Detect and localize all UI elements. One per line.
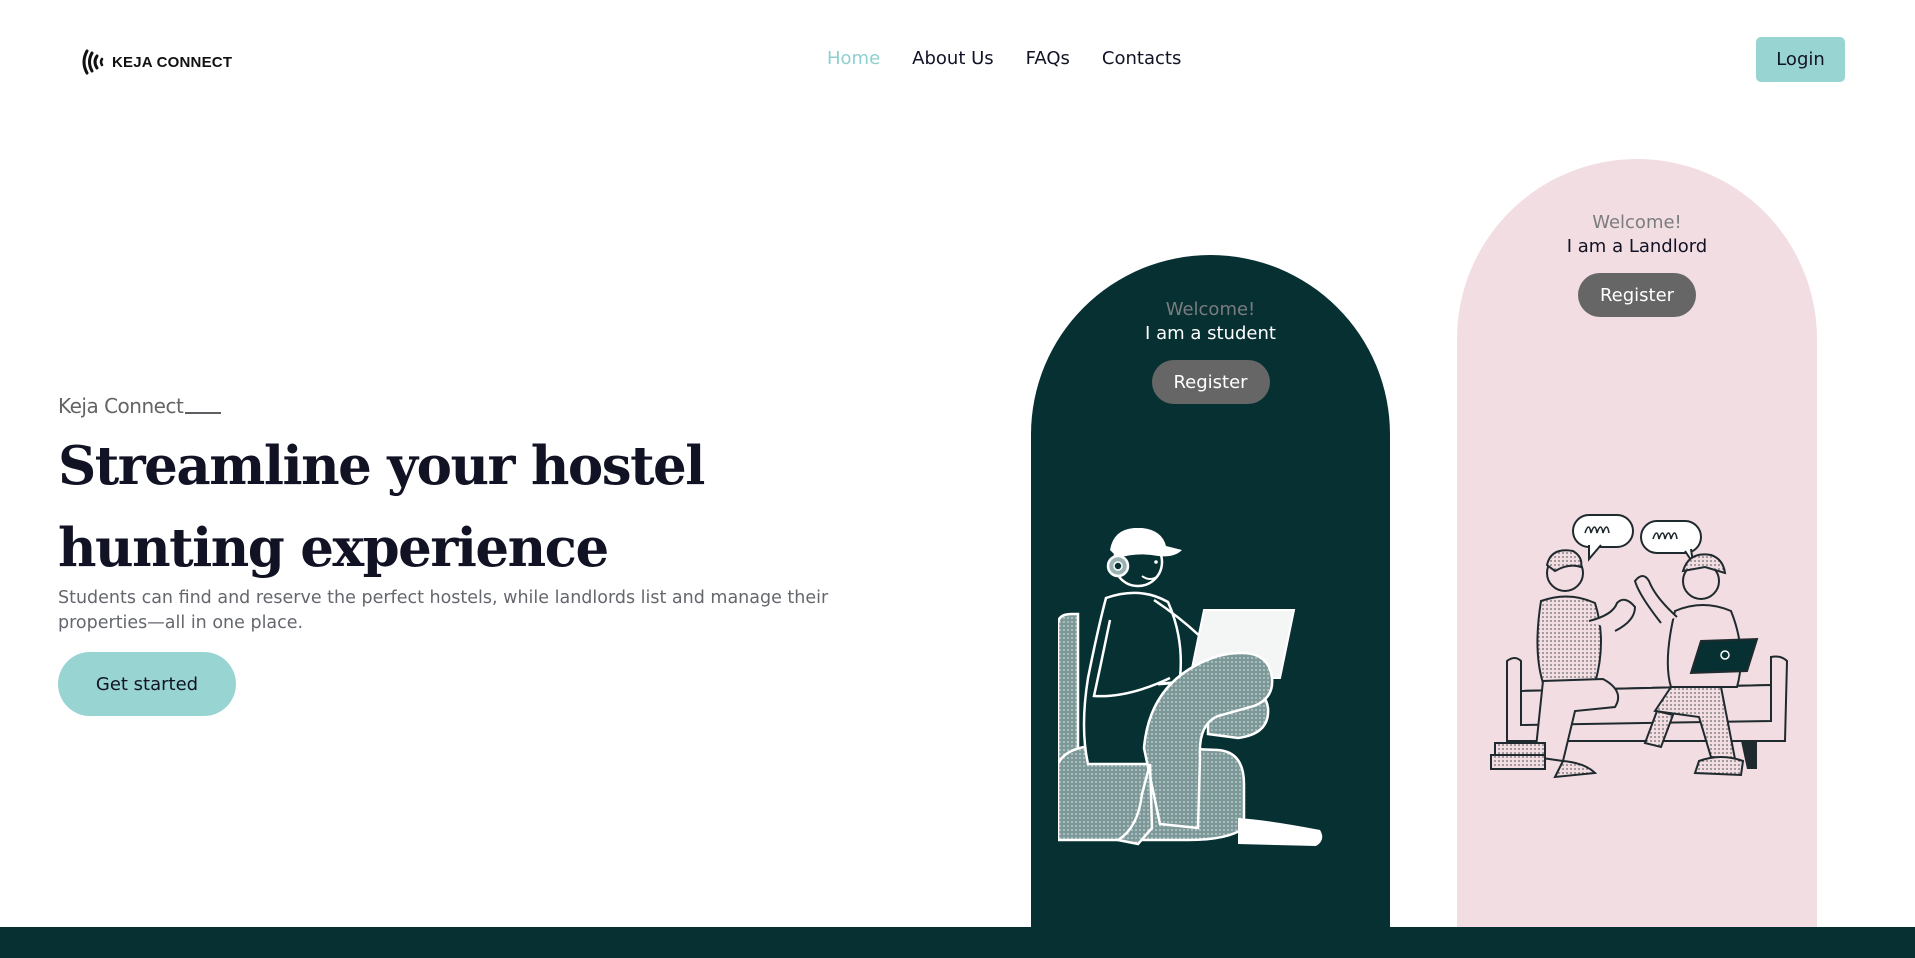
nav-faqs[interactable]: FAQs [1026,48,1070,69]
landlord-welcome-text: Welcome! [1592,212,1682,233]
brand-name: KEJA CONNECT [112,53,233,71]
nav-about-us[interactable]: About Us [912,48,994,69]
hero-title: Streamline your hostel hunting experienc… [58,435,705,579]
get-started-button[interactable]: Get started [58,652,236,716]
student-card: Welcome! I am a student Register [1031,255,1390,958]
nav-home[interactable]: Home [827,48,880,69]
student-welcome-text: Welcome! [1165,299,1256,320]
footer-band [0,927,1915,958]
hero-subtitle: Students can find and reserve the perfec… [58,588,829,633]
brand-logo[interactable]: KEJA CONNECT [80,48,232,76]
two-people-chatting-on-sofa-illustration [1490,514,1789,779]
landlord-role-text: I am a Landlord [1566,236,1708,257]
hero-eyebrow: Keja Connect [58,394,222,418]
login-button[interactable]: Login [1756,37,1845,82]
main-nav: Home About Us FAQs Contacts [827,48,1181,69]
hero-eyebrow-text: Keja Connect [58,394,184,418]
nav-contacts[interactable]: Contacts [1102,48,1181,69]
eyebrow-underline [185,412,222,414]
landlord-register-button[interactable]: Register [1578,273,1696,317]
landlord-card-header: Welcome! I am a Landlord Register [1457,211,1817,317]
landlord-card: Welcome! I am a Landlord Register [1457,159,1817,958]
student-with-laptop-illustration [1058,528,1323,846]
sound-wave-logo-icon [82,49,104,75]
speech-bubbles [1572,514,1702,564]
student-register-button[interactable]: Register [1151,360,1270,404]
student-role-text: I am a student [1145,323,1276,344]
student-card-header: Welcome! I am a student Register [1031,298,1390,404]
